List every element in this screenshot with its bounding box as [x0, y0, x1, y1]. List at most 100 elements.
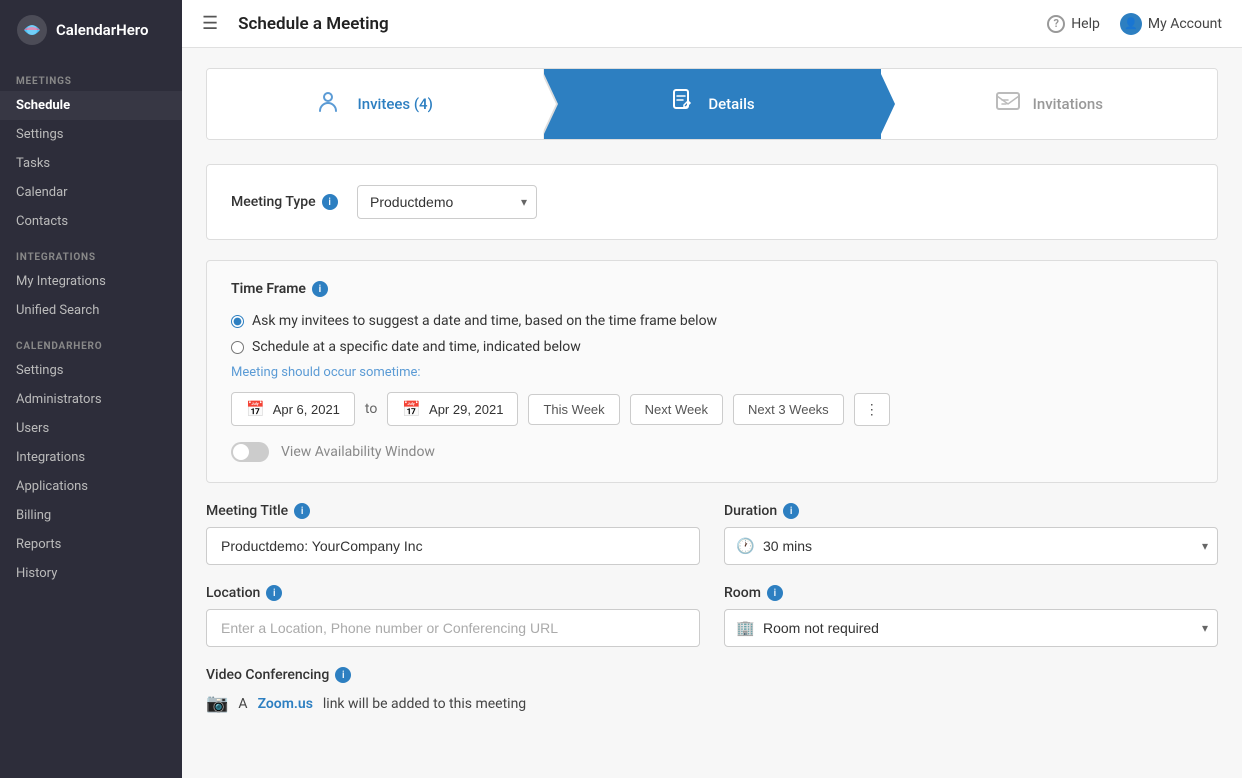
- account-button[interactable]: 👤 My Account: [1120, 13, 1222, 35]
- duration-group: Duration i 🕐 30 mins 15 mins 45 mins 60 …: [724, 503, 1218, 565]
- duration-select-wrapper: 🕐 30 mins 15 mins 45 mins 60 mins ▾: [724, 527, 1218, 565]
- availability-toggle-label: View Availability Window: [281, 444, 435, 460]
- details-icon: [670, 88, 696, 120]
- topbar-right: ? Help 👤 My Account: [1047, 13, 1222, 35]
- calendar-from-icon: 📅: [246, 400, 265, 418]
- wizard-step-details[interactable]: Details: [544, 69, 880, 139]
- logo-icon: [16, 14, 48, 46]
- radio-suggest-input[interactable]: [231, 315, 244, 328]
- location-label: Location i: [206, 585, 700, 601]
- sidebar-item-settings-meetings[interactable]: Settings: [0, 120, 182, 149]
- sidebar-section-integrations: INTEGRATIONS: [0, 236, 182, 267]
- wizard-step-invitees[interactable]: Invitees (4): [207, 69, 544, 139]
- meeting-title-group: Meeting Title i: [206, 503, 700, 565]
- meeting-title-input[interactable]: [206, 527, 700, 565]
- invitations-label: Invitations: [1033, 95, 1103, 113]
- details-label: Details: [708, 95, 754, 113]
- date-from-button[interactable]: 📅 Apr 6, 2021: [231, 392, 355, 426]
- video-conferencing-info-icon[interactable]: i: [335, 667, 351, 683]
- wizard-steps: Invitees (4) Details: [206, 68, 1218, 140]
- location-group: Location i: [206, 585, 700, 647]
- location-info-icon[interactable]: i: [266, 585, 282, 601]
- meeting-title-info-icon[interactable]: i: [294, 503, 310, 519]
- meeting-type-label: Meeting Type i: [231, 194, 341, 210]
- more-options-button[interactable]: ⋮: [854, 393, 890, 426]
- clock-icon: 🕐: [736, 537, 755, 555]
- radio-specific-label[interactable]: Schedule at a specific date and time, in…: [252, 339, 581, 355]
- main-area: ☰ Schedule a Meeting ? Help 👤 My Account: [182, 0, 1242, 778]
- sidebar-item-ch-integrations[interactable]: Integrations: [0, 443, 182, 472]
- meeting-type-info-icon[interactable]: i: [322, 194, 338, 210]
- room-info-icon[interactable]: i: [767, 585, 783, 601]
- sidebar-section-calendarhero: CALENDARHERO: [0, 325, 182, 356]
- sidebar-item-my-integrations[interactable]: My Integrations: [0, 267, 182, 296]
- calendar-to-icon: 📅: [402, 400, 421, 418]
- room-group: Room i 🏢 Room not required Conference Ro…: [724, 585, 1218, 647]
- sidebar-item-contacts[interactable]: Contacts: [0, 207, 182, 236]
- sidebar-logo: CalendarHero: [0, 0, 182, 60]
- sidebar-item-history[interactable]: History: [0, 559, 182, 588]
- title-duration-row: Meeting Title i Duration i 🕐 30 mins 15 …: [206, 503, 1218, 565]
- radio-specific: Schedule at a specific date and time, in…: [231, 339, 1193, 355]
- sidebar-item-users[interactable]: Users: [0, 414, 182, 443]
- next-3-weeks-button[interactable]: Next 3 Weeks: [733, 394, 844, 425]
- sidebar-item-applications[interactable]: Applications: [0, 472, 182, 501]
- zoom-info-row: 📷 A Zoom.us link will be added to this m…: [206, 693, 1218, 714]
- zoom-text-suffix: link will be added to this meeting: [323, 696, 526, 712]
- sidebar-item-billing[interactable]: Billing: [0, 501, 182, 530]
- location-input[interactable]: [206, 609, 700, 647]
- logo-text: CalendarHero: [56, 21, 148, 39]
- help-button[interactable]: ? Help: [1047, 15, 1100, 33]
- next-week-button[interactable]: Next Week: [630, 394, 723, 425]
- video-conferencing-section: Video Conferencing i 📷 A Zoom.us link wi…: [206, 667, 1218, 714]
- this-week-button[interactable]: This Week: [528, 394, 619, 425]
- room-select-wrapper: 🏢 Room not required Conference Room A ▾: [724, 609, 1218, 647]
- content-area: Invitees (4) Details: [182, 48, 1242, 778]
- menu-icon[interactable]: ☰: [202, 13, 218, 34]
- meeting-type-select-wrapper: Productdemo Sales Call Support: [357, 185, 537, 219]
- date-from-value: Apr 6, 2021: [273, 402, 340, 417]
- sidebar-item-administrators[interactable]: Administrators: [0, 385, 182, 414]
- date-range-to: to: [365, 401, 377, 417]
- invitees-label: Invitees (4): [357, 95, 432, 113]
- radio-suggest-label[interactable]: Ask my invitees to suggest a date and ti…: [252, 313, 717, 329]
- sidebar-item-calendar[interactable]: Calendar: [0, 178, 182, 207]
- sidebar-section-meetings: MEETINGS: [0, 60, 182, 91]
- room-label: Room i: [724, 585, 1218, 601]
- meeting-occur-subtext: Meeting should occur sometime:: [231, 365, 1193, 380]
- page-title: Schedule a Meeting: [238, 14, 1031, 34]
- invitees-icon: [317, 87, 345, 121]
- date-to-button[interactable]: 📅 Apr 29, 2021: [387, 392, 518, 426]
- meeting-title-label: Meeting Title i: [206, 503, 700, 519]
- invitations-icon: [995, 88, 1021, 120]
- building-icon: 🏢: [736, 619, 755, 637]
- timeframe-title: Time Frame i: [231, 281, 1193, 297]
- duration-select[interactable]: 30 mins 15 mins 45 mins 60 mins: [724, 527, 1218, 565]
- account-icon: 👤: [1120, 13, 1142, 35]
- date-range-row: 📅 Apr 6, 2021 to 📅 Apr 29, 2021 This Wee…: [231, 392, 1193, 426]
- zoom-link[interactable]: Zoom.us: [258, 696, 313, 712]
- availability-toggle[interactable]: [231, 442, 269, 462]
- account-label: My Account: [1148, 16, 1222, 32]
- sidebar-item-reports[interactable]: Reports: [0, 530, 182, 559]
- help-label: Help: [1071, 16, 1100, 32]
- sidebar-item-ch-settings[interactable]: Settings: [0, 356, 182, 385]
- radio-suggest: Ask my invitees to suggest a date and ti…: [231, 313, 1193, 329]
- room-select[interactable]: Room not required Conference Room A: [724, 609, 1218, 647]
- sidebar-item-schedule[interactable]: Schedule: [0, 91, 182, 120]
- sidebar-item-unified-search[interactable]: Unified Search: [0, 296, 182, 325]
- zoom-camera-icon: 📷: [206, 693, 228, 714]
- topbar: ☰ Schedule a Meeting ? Help 👤 My Account: [182, 0, 1242, 48]
- sidebar-item-tasks[interactable]: Tasks: [0, 149, 182, 178]
- radio-specific-input[interactable]: [231, 341, 244, 354]
- duration-info-icon[interactable]: i: [783, 503, 799, 519]
- video-conferencing-title: Video Conferencing i: [206, 667, 1218, 683]
- duration-label: Duration i: [724, 503, 1218, 519]
- timeframe-info-icon[interactable]: i: [312, 281, 328, 297]
- meeting-type-select[interactable]: Productdemo Sales Call Support: [357, 185, 537, 219]
- wizard-step-invitations[interactable]: Invitations: [881, 69, 1217, 139]
- timeframe-section: Time Frame i Ask my invitees to suggest …: [206, 260, 1218, 483]
- location-room-row: Location i Room i 🏢 Room not required Co…: [206, 585, 1218, 647]
- date-to-value: Apr 29, 2021: [429, 402, 503, 417]
- availability-window-toggle-row: View Availability Window: [231, 442, 1193, 462]
